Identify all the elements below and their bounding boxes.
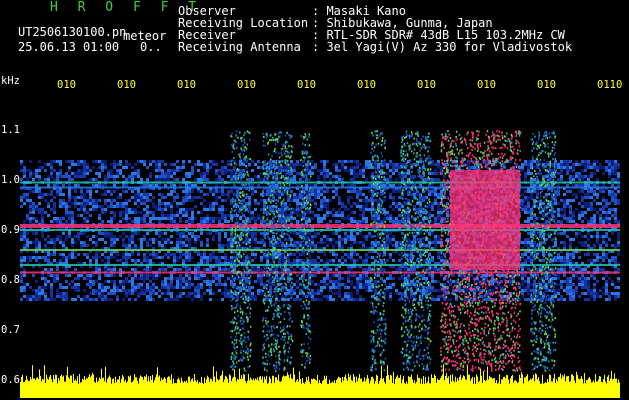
y-tick-label: 0.8 (1, 274, 20, 286)
spectrogram (20, 130, 620, 398)
timestamp-extra: 0.. (140, 40, 162, 54)
x-tick-label: 0110 (597, 79, 623, 91)
filename: UT2506130100.pn (18, 25, 127, 39)
x-tick-label: 010 (297, 79, 316, 91)
carrier-line (20, 229, 620, 231)
carrier-line (20, 271, 620, 274)
carrier-line (20, 249, 620, 251)
x-tick-label: 010 (177, 79, 196, 91)
antenna-value: : 3el Yagi(V) Az 330 for Vladivostok (312, 40, 573, 54)
y-axis-unit: kHz (1, 75, 20, 87)
x-tick-label: 010 (237, 79, 256, 91)
y-tick-label: 1.0 (1, 174, 20, 186)
carrier-line (20, 224, 620, 228)
antenna-label: Receiving Antenna (178, 40, 301, 54)
carrier-line (20, 264, 620, 266)
x-tick-label: 010 (357, 79, 376, 91)
y-tick-label: 0.9 (1, 224, 20, 236)
carrier-line (20, 186, 620, 189)
x-tick-label: 010 (477, 79, 496, 91)
carrier-line (20, 181, 620, 184)
x-tick-label: 010 (537, 79, 556, 91)
x-tick-label: 010 (417, 79, 436, 91)
x-tick-label: 010 (117, 79, 136, 91)
main-burst-core (450, 170, 520, 270)
y-tick-label: 0.6 (1, 374, 20, 386)
x-tick-label: 010 (57, 79, 76, 91)
y-tick-label: 1.1 (1, 124, 20, 136)
timestamp: 25.06.13 01:00 (18, 40, 120, 54)
y-tick-label: 0.7 (1, 324, 20, 336)
noise-level-band (20, 364, 620, 398)
